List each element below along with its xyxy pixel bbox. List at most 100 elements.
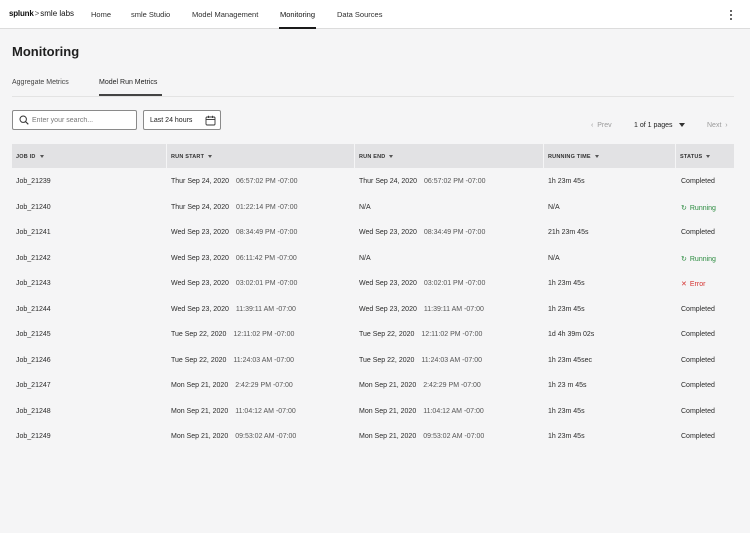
status-cell: Completed [681,433,715,440]
nav-home[interactable]: Home [91,10,111,19]
table-row[interactable]: Job_21241 Wed Sep 23, 2020 08:34:49 PM -07… [12,219,734,245]
status-cell: Completed [681,178,715,185]
job-id-cell: Job_21249 [16,433,51,440]
running-time-cell: 1h 23 m 45s [548,382,587,389]
logo-product: smle labs [40,9,75,18]
run-end-time: 2:42:29 PM -07:00 [423,382,481,389]
run-start-time: 06:11:42 PM -07:00 [235,254,297,262]
search-input[interactable] [32,113,132,127]
run-start-cell: Thur Sep 24, 2020 06:57:02 PM -07:00 [171,178,298,185]
run-end-date: Wed Sep 23, 2020 [359,280,417,287]
run-start-time: 09:53:02 AM -07:00 [235,433,297,440]
run-end-cell: N/A [359,255,371,262]
table-row[interactable]: Job_21243 Wed Sep 23, 2020 03:02:01 PM -07… [12,270,734,296]
table-row[interactable]: Job_21244 Wed Sep 23, 2020 11:39:11 AM -07… [12,296,734,322]
run-end-date: Thur Sep 24, 2020 [359,178,417,185]
tab-aggregate-metrics[interactable]: Aggregate Metrics [12,79,69,86]
nav-model-management[interactable]: Model Management [192,10,258,19]
status-label: Running [689,204,716,212]
refresh-icon: ↻ [681,204,687,212]
sort-icon [594,155,599,159]
column-header-run-end[interactable]: RUN END [354,144,543,168]
search-icon [19,115,29,125]
nav-data-sources[interactable]: Data Sources [337,10,382,19]
date-range-picker[interactable]: Last 24 hours [143,110,221,130]
run-start-cell: Thur Sep 24, 2020 01:22:14 PM -07:00 [171,204,298,211]
run-end-cell: Tue Sep 22, 2020 12:11:02 PM -07:00 [359,331,482,338]
table-row[interactable]: Job_21245 Tue Sep 22, 2020 12:11:02 PM -07… [12,321,734,347]
run-start-time: 12:11:02 PM -07:00 [233,331,295,338]
run-end-date: Mon Sep 21, 2020 [359,382,417,389]
running-time-cell: 1h 23m 45s [548,178,585,185]
run-start-date: Wed Sep 23, 2020 [171,305,229,313]
status-cell: ✕ Error [681,280,705,288]
pager-next-button[interactable]: Next › [707,122,728,129]
run-end-time: 09:53:02 AM -07:00 [423,433,485,440]
nav-smle-studio[interactable]: smle Studio [131,10,170,19]
table-body: Job_21239 Thur Sep 24, 2020 06:57:02 PM -0… [12,168,734,449]
sort-icon [208,155,213,159]
run-start-date: Tue Sep 22, 2020 [171,331,227,338]
run-start-time: 2:42:29 PM -07:00 [235,382,293,389]
table-row[interactable]: Job_21239 Thur Sep 24, 2020 06:57:02 PM -0… [12,168,734,194]
table-row[interactable]: Job_21249 Mon Sep 21, 2020 09:53:02 AM -07… [12,423,734,449]
column-header-job-id[interactable]: JOB ID [12,144,166,168]
run-start-time: 03:02:01 PM -07:00 [235,280,298,287]
run-end-cell: Mon Sep 21, 2020 11:04:12 AM -07:00 [359,408,484,415]
run-start-time: 06:57:02 PM -07:00 [236,178,298,185]
status-label: Completed [681,229,715,236]
run-start-cell: Wed Sep 23, 2020 06:11:42 PM -07:00 [171,255,297,262]
tab-model-run-metrics[interactable]: Model Run Metrics [99,79,157,86]
run-start-cell: Tue Sep 22, 2020 11:24:03 AM -07:00 [171,357,294,364]
chevron-right-icon: › [725,122,728,129]
run-end-time: 11:24:03 AM -07:00 [421,356,482,364]
run-end-date: Tue Sep 22, 2020 [359,331,415,338]
table-header: JOB ID RUN START RUN END RUNNING TIME ST… [12,144,734,168]
run-end-date: Mon Sep 21, 2020 [359,407,417,415]
run-end-cell: Mon Sep 21, 2020 09:53:02 AM -07:00 [359,433,484,440]
table-row[interactable]: Job_21247 Mon Sep 21, 2020 2:42:29 PM -07:… [12,372,734,398]
run-start-cell: Wed Sep 23, 2020 08:34:49 PM -07:00 [171,229,297,236]
run-end-cell: Tue Sep 22, 2020 11:24:03 AM -07:00 [359,357,482,364]
job-id-cell: Job_21248 [16,407,51,415]
pager-prev-button[interactable]: ‹ Prev [591,122,612,129]
pager-page-select[interactable]: 1 of 1 pages [634,122,685,129]
table-row[interactable]: Job_21242 Wed Sep 23, 2020 06:11:42 PM -07… [12,245,734,271]
running-time-cell: 1h 23m 45s [548,305,585,313]
run-end-date: Wed Sep 23, 2020 [359,305,417,313]
run-end-date: Wed Sep 23, 2020 [359,229,417,236]
column-header-status[interactable]: STATUS [675,144,734,168]
pager-current-label: 1 of 1 pages [634,122,673,129]
running-time-cell: 21h 23m 45s [548,229,589,236]
page-title: Monitoring [12,44,80,59]
job-id-cell: Job_21242 [16,254,51,262]
table-row[interactable]: Job_21248 Mon Sep 21, 2020 11:04:12 AM -07… [12,398,734,424]
status-label: Completed [681,305,715,313]
kebab-vertical-icon[interactable] [727,8,735,22]
run-start-cell: Mon Sep 21, 2020 11:04:12 AM -07:00 [171,408,296,415]
status-cell: Completed [681,306,715,313]
status-label: Running [689,255,716,263]
column-header-running-time[interactable]: RUNNING TIME [543,144,675,168]
run-start-time: 11:39:11 AM -07:00 [235,305,296,313]
run-end-cell: N/A [359,204,371,211]
run-start-cell: Wed Sep 23, 2020 03:02:01 PM -07:00 [171,280,297,287]
job-id-cell: Job_21246 [16,356,51,364]
run-start-date: Mon Sep 21, 2020 [171,433,229,440]
app-logo[interactable]: splunk>smle labs [9,9,74,18]
running-time-cell: 1h 23m 45s [548,433,585,440]
run-start-time: 11:04:12 AM -07:00 [235,407,296,415]
status-cell: Completed [681,408,715,415]
run-start-date: Thur Sep 24, 2020 [171,178,229,185]
status-label: Error [689,281,706,288]
run-start-cell: Mon Sep 21, 2020 2:42:29 PM -07:00 [171,382,293,389]
table-row[interactable]: Job_21240 Thur Sep 24, 2020 01:22:14 PM -0… [12,194,734,220]
nav-monitoring[interactable]: Monitoring [280,10,315,19]
table-row[interactable]: Job_21246 Tue Sep 22, 2020 11:24:03 AM -07… [12,347,734,373]
pager-prev-label: Prev [597,122,612,129]
column-header-run-start[interactable]: RUN START [166,144,354,168]
running-time-cell: 1d 4h 39m 02s [548,331,595,338]
running-time-cell: 1h 23m 45s [548,407,585,415]
run-end-cell: Wed Sep 23, 2020 03:02:01 PM -07:00 [359,280,485,287]
sort-icon [39,155,44,159]
